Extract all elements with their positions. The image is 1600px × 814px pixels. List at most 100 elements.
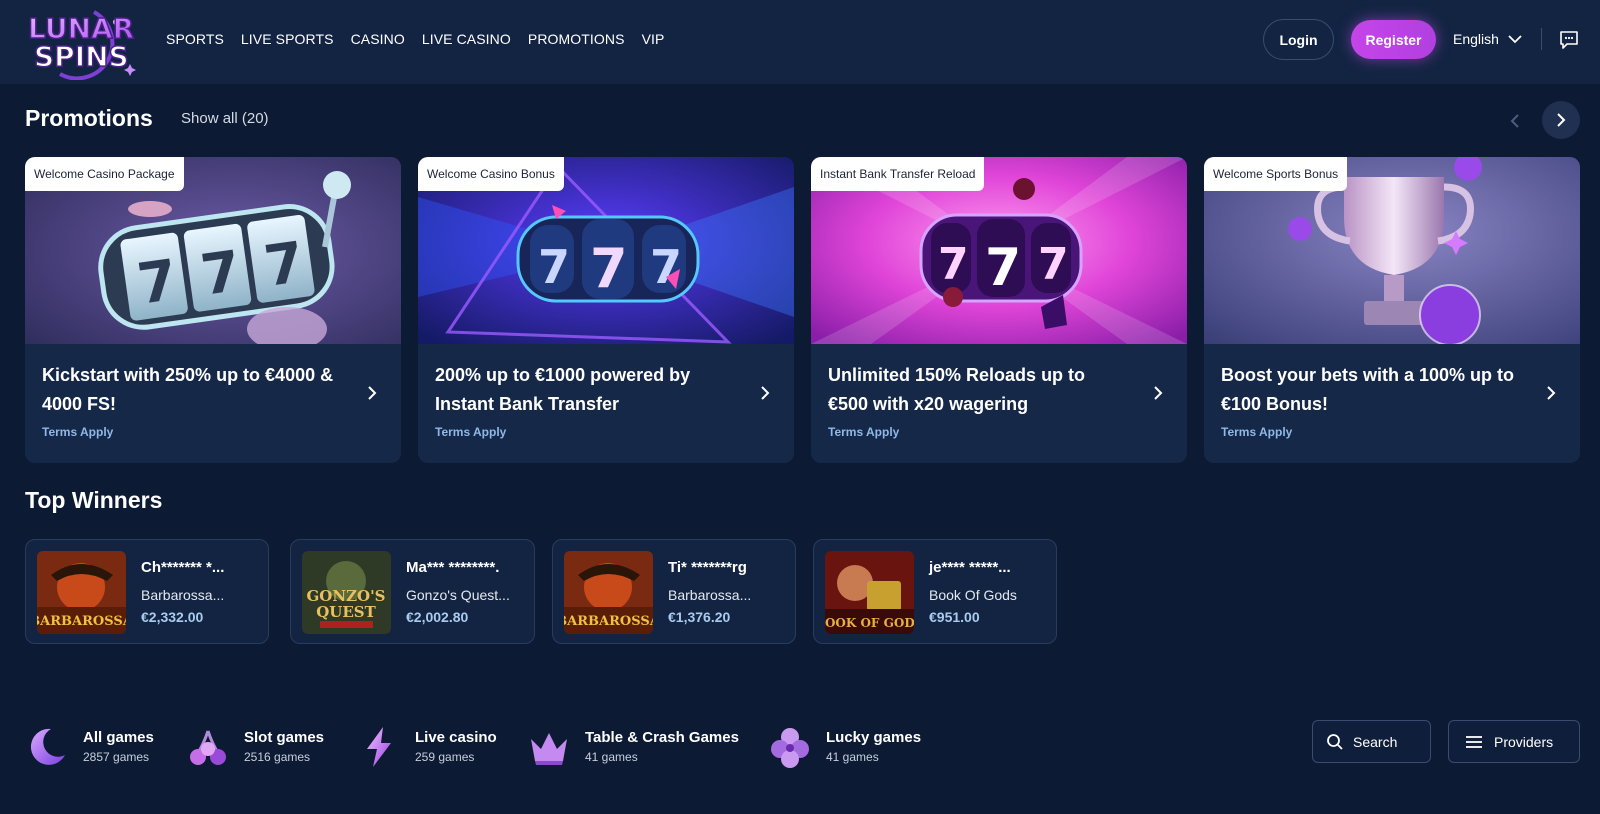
game-thumbnail-barbarossa: BARBAROSSA: [37, 551, 126, 634]
chat-icon[interactable]: [1558, 29, 1580, 51]
category-label: Table & Crash Games: [585, 729, 739, 746]
promo-tag: Welcome Casino Bonus: [418, 157, 564, 191]
nav-casino[interactable]: CASINO: [351, 29, 405, 49]
promo-title: Unlimited 150% Reloads up to €500 with x…: [828, 365, 1086, 414]
carousel-prev-button[interactable]: [1500, 106, 1530, 136]
moon-icon: [25, 725, 69, 769]
winner-game: Barbarossa...: [141, 587, 225, 603]
promo-title: Boost your bets with a 100% up to €100 B…: [1221, 365, 1515, 414]
category-count: 2857 games: [83, 750, 150, 764]
header-divider: [1541, 28, 1542, 50]
promo-tag: Instant Bank Transfer Reload: [811, 157, 985, 191]
search-label: Search: [1353, 733, 1398, 750]
winner-card[interactable]: BARBAROSSA Ti* *******rg Barbarossa... €…: [552, 539, 796, 644]
chevron-right-icon: [1154, 386, 1163, 400]
svg-text:7: 7: [938, 239, 969, 290]
game-thumbnail-barbarossa: BARBAROSSA: [564, 551, 653, 634]
svg-text:7: 7: [1038, 239, 1069, 290]
promo-title: 200% up to €1000 powered by Instant Bank…: [435, 365, 691, 414]
promo-title: Kickstart with 250% up to €4000 & 4000 F…: [42, 365, 334, 414]
crown-icon: [527, 725, 571, 769]
winner-game: Barbarossa...: [668, 587, 752, 603]
promo-card[interactable]: 7 7 7 Welcome Casino Bonus 200% up to €1…: [418, 157, 794, 463]
terms-apply-link[interactable]: Terms Apply: [1221, 425, 1292, 439]
language-label: English: [1453, 31, 1499, 47]
svg-text:BARBAROSSA: BARBAROSSA: [37, 614, 126, 629]
lightning-icon: [357, 725, 401, 769]
menu-icon: [1466, 735, 1482, 748]
category-count: 2516 games: [244, 750, 311, 764]
category-count: 41 games: [585, 750, 638, 764]
chevron-right-icon: [761, 386, 770, 400]
promo-tag: Welcome Casino Package: [25, 157, 184, 191]
svg-text:7: 7: [985, 238, 1021, 298]
promo-card[interactable]: 7 7 7 Instant Bank Transfer Reload Unlim…: [811, 157, 1187, 463]
svg-text:7: 7: [590, 237, 628, 300]
winner-name: Ti* *******rg: [668, 559, 747, 576]
category-label: Lucky games: [826, 729, 922, 746]
providers-button[interactable]: Providers: [1448, 720, 1580, 763]
search-icon: [1327, 733, 1343, 750]
winner-game: Gonzo's Quest...: [406, 587, 510, 603]
nav-vip[interactable]: VIP: [642, 29, 665, 49]
category-table-crash-games[interactable]: Table & Crash Games 41 games: [527, 724, 739, 770]
nav-live-casino[interactable]: LIVE CASINO: [422, 29, 511, 49]
winner-card[interactable]: GONZO'S QUEST Ma*** ********. Gonzo's Qu…: [290, 539, 535, 644]
promotions-title: Promotions: [25, 105, 153, 131]
promo-card[interactable]: 7 7 7 Welcome Casino Package Kickstart w…: [25, 157, 401, 463]
category-lucky-games[interactable]: Lucky games 41 games: [768, 724, 921, 770]
winner-name: Ch******* *...: [141, 559, 225, 576]
providers-label: Providers: [1494, 733, 1554, 750]
category-live-casino[interactable]: Live casino 259 games: [357, 724, 497, 770]
winner-amount: €2,332.00: [141, 609, 204, 625]
carousel-next-button[interactable]: [1542, 101, 1580, 139]
category-count: 259 games: [415, 750, 475, 764]
svg-text:BOOK OF GODS: BOOK OF GODS: [825, 616, 914, 630]
winner-amount: €2,002.80: [406, 609, 469, 625]
lunar-spins-logo[interactable]: LUNAR SPINS: [24, 4, 144, 81]
game-thumbnail-gonzos-quest: GONZO'S QUEST: [302, 551, 391, 634]
winner-game: Book Of Gods: [929, 587, 1017, 603]
chevron-down-icon: [1508, 31, 1522, 47]
nav-sports[interactable]: SPORTS: [166, 29, 224, 49]
chevron-left-icon: [1510, 114, 1519, 128]
game-search-button[interactable]: Search: [1312, 720, 1431, 763]
winner-amount: €1,376.20: [668, 609, 731, 625]
winner-card[interactable]: BARBAROSSA Ch******* *... Barbarossa... …: [25, 539, 269, 644]
show-all-link[interactable]: Show all (20): [181, 110, 269, 127]
game-thumbnail-book-of-gods: BOOK OF GODS: [825, 551, 914, 634]
svg-text:QUEST: QUEST: [316, 603, 376, 621]
chevron-right-icon: [1547, 386, 1556, 400]
promo-tag: Welcome Sports Bonus: [1204, 157, 1348, 191]
category-all-games[interactable]: All games 2857 games: [25, 724, 154, 770]
nav-promotions[interactable]: PROMOTIONS: [528, 29, 625, 49]
winner-amount: €951.00: [929, 609, 980, 625]
terms-apply-link[interactable]: Terms Apply: [828, 425, 899, 439]
promo-card[interactable]: Welcome Sports Bonus Boost your bets wit…: [1204, 157, 1580, 463]
svg-text:BARBAROSSA: BARBAROSSA: [564, 614, 653, 629]
category-count: 41 games: [826, 750, 879, 764]
terms-apply-link[interactable]: Terms Apply: [435, 425, 506, 439]
chevron-right-icon: [368, 386, 377, 400]
svg-text:7: 7: [538, 240, 570, 294]
svg-text:7: 7: [650, 240, 682, 294]
terms-apply-link[interactable]: Terms Apply: [42, 425, 113, 439]
chevron-right-icon: [1557, 113, 1566, 127]
svg-text:SPINS: SPINS: [34, 40, 129, 73]
top-header: LUNAR SPINS SPORTS LIVE SPORTS CASINO LI…: [0, 0, 1600, 84]
category-slot-games[interactable]: Slot games 2516 games: [186, 724, 324, 770]
cherries-icon: [186, 725, 230, 769]
language-selector[interactable]: English: [1453, 29, 1522, 49]
main-nav: SPORTS LIVE SPORTS CASINO LIVE CASINO PR…: [166, 29, 681, 49]
clover-icon: [768, 725, 812, 769]
winner-card[interactable]: BOOK OF GODS je**** *****... Book Of God…: [813, 539, 1057, 644]
category-label: Slot games: [244, 729, 325, 746]
register-button[interactable]: Register: [1351, 20, 1436, 59]
category-label: All games: [83, 729, 154, 746]
top-winners-title: Top Winners: [25, 487, 163, 513]
winner-name: Ma*** ********.: [406, 559, 500, 576]
winner-name: je**** *****...: [929, 559, 1011, 576]
nav-live-sports[interactable]: LIVE SPORTS: [241, 29, 334, 49]
category-label: Live casino: [415, 729, 497, 746]
login-button[interactable]: Login: [1263, 19, 1334, 60]
